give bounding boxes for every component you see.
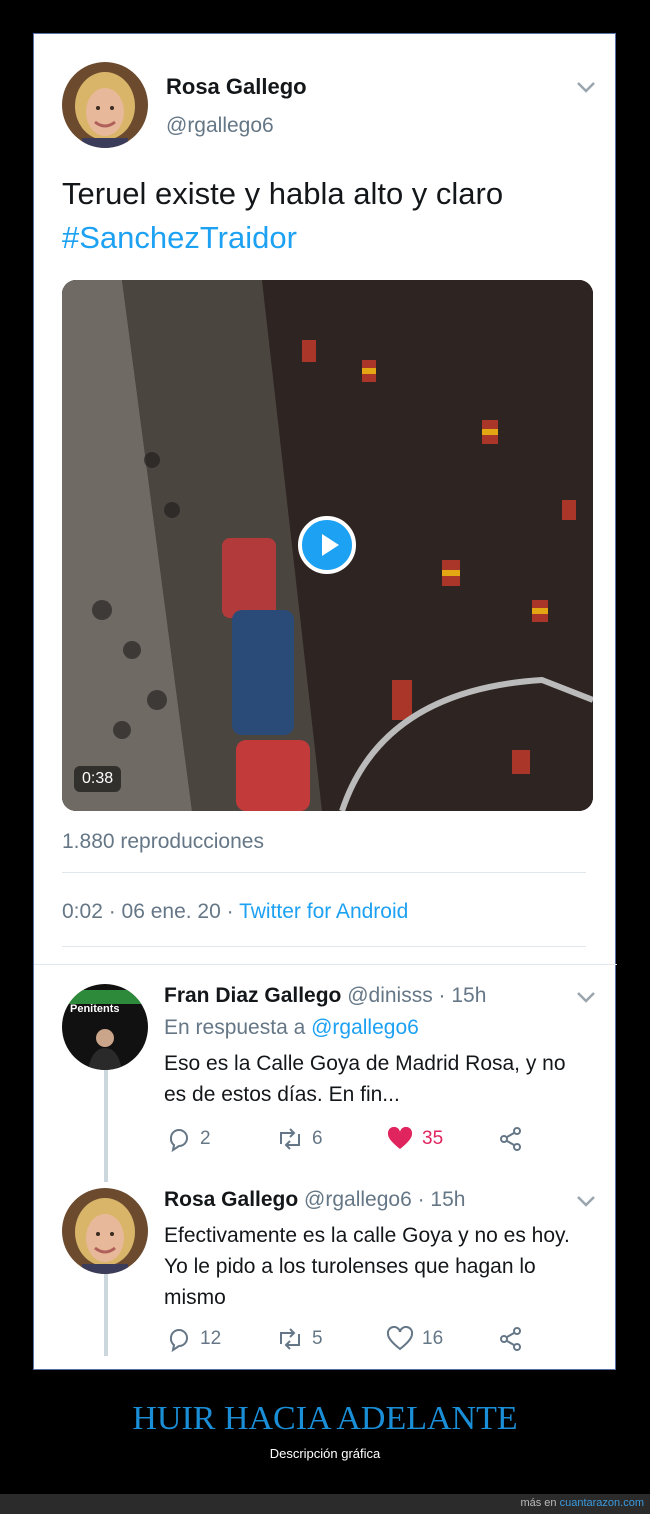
divider: [62, 872, 586, 873]
chevron-down-icon[interactable]: [576, 1194, 596, 1208]
play-button[interactable]: [298, 516, 356, 574]
retweet-action[interactable]: 5: [276, 1326, 323, 1352]
page-subtitle: Descripción gráfica: [269, 1446, 381, 1461]
tweet-body: Teruel existe y habla alto y claro: [62, 176, 504, 211]
video-duration: 0:38: [74, 766, 122, 792]
reply-count: 12: [200, 1328, 222, 1349]
reply-avatar[interactable]: [62, 1188, 148, 1274]
thread-line: [104, 1070, 108, 1182]
author-name[interactable]: Rosa Gallego: [166, 74, 307, 100]
like-action[interactable]: 16: [386, 1326, 443, 1352]
author-handle[interactable]: @rgallego6: [166, 114, 274, 138]
reply-meta: @rgallego6 · 15h: [298, 1188, 466, 1211]
avatar-label: Penitents: [70, 1003, 120, 1015]
reply-to-prefix: En respuesta a: [164, 1016, 312, 1039]
reply-icon: [169, 1329, 188, 1352]
reply-count: 2: [200, 1128, 211, 1149]
like-action[interactable]: 35: [386, 1126, 443, 1152]
retweet-action[interactable]: 6: [276, 1126, 323, 1152]
chevron-down-icon[interactable]: [576, 80, 596, 94]
tweet-screenshot-frame: Rosa Gallego @rgallego6 Teruel existe y …: [33, 33, 617, 1370]
divider: [62, 946, 586, 947]
share-icon: [500, 1127, 521, 1151]
reply-icon: [169, 1129, 188, 1152]
site-link[interactable]: cuantarazon.com: [560, 1497, 644, 1509]
reply-actions: 2 6 35: [164, 1126, 584, 1156]
site-credit-prefix: más en: [520, 1497, 560, 1509]
reply-action[interactable]: 12: [166, 1326, 221, 1352]
chevron-down-icon[interactable]: [576, 990, 596, 1004]
view-count: 1.880 reproducciones: [62, 830, 264, 853]
share-action[interactable]: [498, 1126, 524, 1152]
reply-action[interactable]: 2: [166, 1126, 211, 1152]
reply-meta: @dinisss · 15h: [341, 984, 487, 1007]
retweet-count: 5: [312, 1328, 323, 1349]
share-icon: [500, 1327, 521, 1351]
reply-text: Efectivamente es la calle Goya y no es h…: [164, 1224, 570, 1309]
site-bar: más en cuantarazon.com: [0, 1494, 650, 1514]
tweet-timestamp: 0:02 · 06 ene. 20 ·: [62, 900, 240, 923]
retweet-icon: [280, 1128, 300, 1150]
tweet-source-link[interactable]: Twitter for Android: [239, 900, 408, 923]
reply-author-name[interactable]: Rosa Gallego: [164, 1188, 298, 1211]
reply-avatar[interactable]: Penitents: [62, 984, 148, 1070]
reply-to-line: En respuesta a @rgallego6: [164, 1016, 419, 1040]
reply-actions: 12 5 16: [164, 1326, 584, 1356]
hashtag-link[interactable]: #SanchezTraidor: [62, 216, 592, 260]
reply-text: Eso es la Calle Goya de Madrid Rosa, y n…: [164, 1052, 566, 1106]
tweet-text: Teruel existe y habla alto y claro #Sanc…: [62, 172, 592, 260]
thread-line: [104, 1272, 108, 1356]
author-avatar[interactable]: [62, 62, 148, 148]
page-title: HUIR HACIA ADELANTE: [132, 1400, 518, 1437]
heart-icon: [386, 1326, 414, 1351]
reply-author-name[interactable]: Fran Diaz Gallego: [164, 984, 341, 1007]
like-count: 16: [422, 1328, 444, 1349]
play-icon: [322, 534, 339, 556]
site-credit: más en cuantarazon.com: [520, 1497, 644, 1509]
tweet-meta: 0:02 · 06 ene. 20 · Twitter for Android: [62, 900, 408, 924]
retweet-icon: [280, 1328, 300, 1350]
heart-icon: [387, 1126, 413, 1149]
like-count: 35: [422, 1128, 444, 1149]
video-player[interactable]: 0:38: [62, 280, 593, 811]
retweet-count: 6: [312, 1128, 323, 1149]
reply-to-handle[interactable]: @rgallego6: [311, 1016, 419, 1039]
divider: [34, 964, 617, 965]
reply-header: Fran Diaz Gallego @dinisss · 15h: [164, 984, 486, 1008]
share-action[interactable]: [498, 1326, 524, 1352]
reply-header: Rosa Gallego @rgallego6 · 15h: [164, 1188, 465, 1212]
